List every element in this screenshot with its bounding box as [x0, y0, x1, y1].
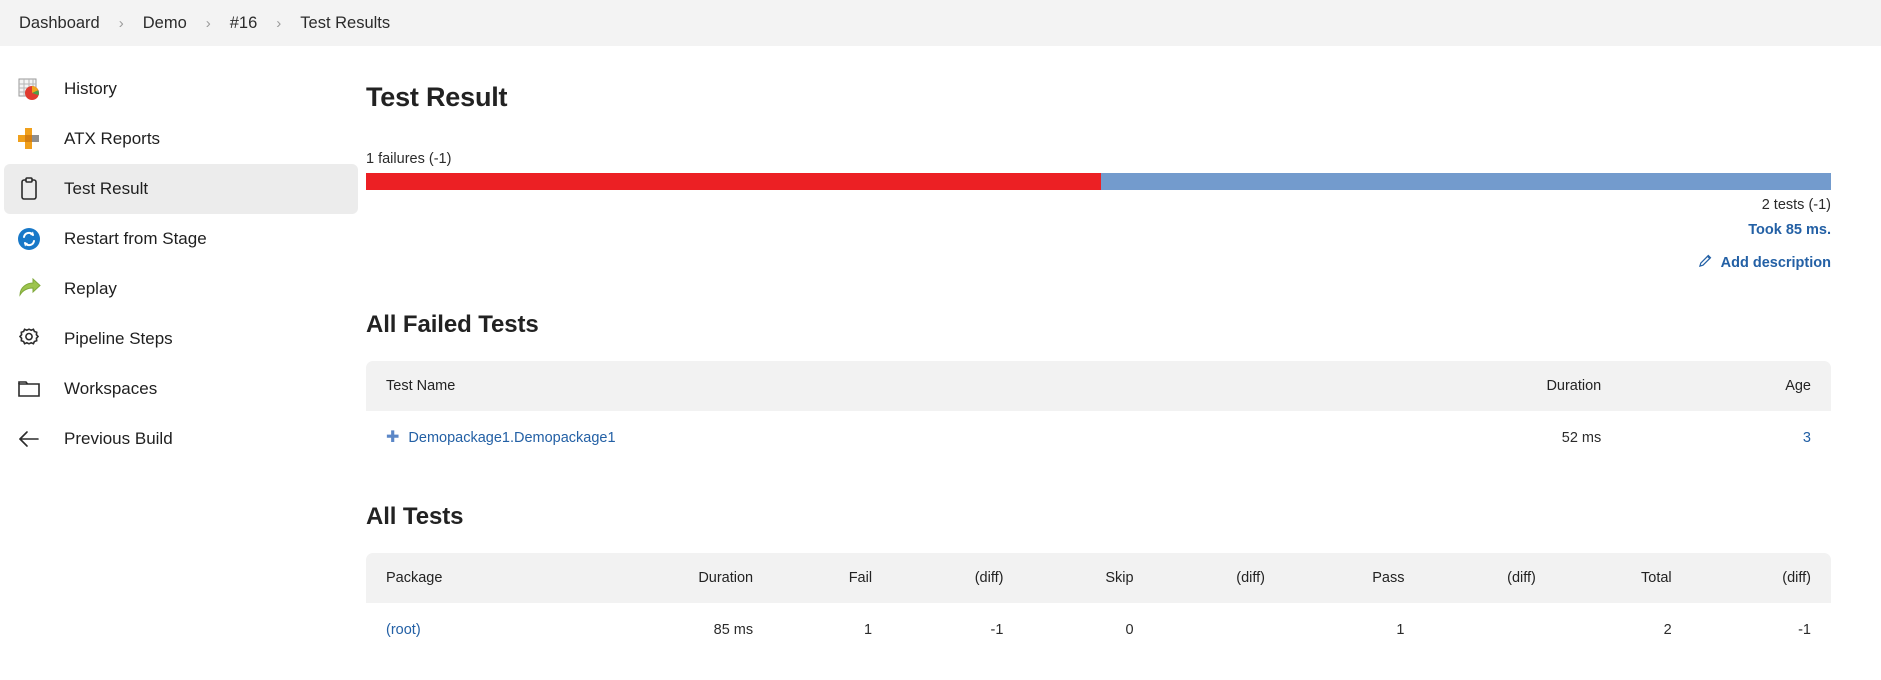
restart-circle-icon	[14, 224, 44, 254]
package-name-link[interactable]: (root)	[386, 622, 421, 638]
table-row: ✚ Demopackage1.Demopackage1 52 ms 3	[366, 411, 1831, 465]
sidebar-item-pipeline-steps[interactable]: Pipeline Steps	[4, 314, 358, 364]
main-content: Test Result 1 failures (-1) 2 tests (-1)…	[366, 46, 1881, 680]
breadcrumb-item-dashboard[interactable]: Dashboard	[9, 12, 110, 35]
sidebar-item-label: Previous Build	[64, 429, 173, 448]
column-header-age[interactable]: Age	[1615, 361, 1831, 411]
column-header-total-diff[interactable]: (diff)	[1685, 553, 1831, 603]
all-tests-table-body: (root) 85 ms 1 -1 0 1 2 -1	[366, 603, 1831, 657]
column-header-pass[interactable]: Pass	[1279, 553, 1419, 603]
all-tests-table: Package Duration Fail (diff) Skip (diff)…	[366, 553, 1831, 657]
sidebar-item-label: History	[64, 79, 117, 98]
package-total-cell: 2	[1549, 603, 1686, 657]
tests-count-text: 2 tests (-1)	[1761, 197, 1831, 213]
package-duration-cell: 85 ms	[575, 603, 768, 657]
sidebar-item-label: ATX Reports	[64, 129, 161, 148]
breadcrumb-item-test-results[interactable]: Test Results	[290, 12, 400, 35]
column-header-test-name[interactable]: Test Name	[366, 361, 1317, 411]
failures-summary-text: 1 failures (-1)	[366, 151, 452, 167]
sidebar-item-label: Pipeline Steps	[64, 329, 173, 348]
cross-icon: ✚	[386, 429, 400, 446]
sidebar-item-test-result[interactable]: Test Result	[4, 164, 358, 214]
table-header-row: Test Name Duration Age	[366, 361, 1831, 411]
folder-icon	[14, 374, 44, 404]
chevron-right-icon: ›	[276, 14, 282, 32]
package-fail-diff-cell: -1	[886, 603, 1018, 657]
failed-test-age-cell: 3	[1615, 411, 1831, 465]
all-failed-tests-title: All Failed Tests	[366, 311, 539, 338]
column-header-fail-diff[interactable]: (diff)	[886, 553, 1018, 603]
package-pass-cell: 1	[1279, 603, 1419, 657]
breadcrumb-item-build[interactable]: #16	[220, 12, 268, 35]
breadcrumb: Dashboard › Demo › #16 › Test Results	[0, 0, 1881, 46]
gear-icon	[14, 324, 44, 354]
column-header-duration[interactable]: Duration	[1316, 361, 1616, 411]
summary-stats: 2 tests (-1) Took 85 ms. Add description	[366, 197, 1831, 273]
chevron-right-icon: ›	[205, 14, 211, 32]
failed-test-age-link[interactable]: 3	[1803, 430, 1811, 446]
package-fail-cell: 1	[767, 603, 887, 657]
failed-test-name-cell: ✚ Demopackage1.Demopackage1	[366, 411, 1317, 465]
clipboard-icon	[14, 174, 44, 204]
column-header-total[interactable]: Total	[1549, 553, 1686, 603]
failed-test-name-link[interactable]: Demopackage1.Demopackage1	[408, 430, 615, 446]
page-title: Test Result	[366, 82, 508, 112]
chevron-right-icon: ›	[118, 14, 124, 32]
failed-test-duration-cell: 52 ms	[1316, 411, 1616, 465]
page-body: History ATX Reports Test Result Restart …	[0, 46, 1881, 680]
column-header-pass-diff[interactable]: (diff)	[1418, 553, 1550, 603]
took-duration-link[interactable]: Took 85 ms.	[366, 222, 1831, 238]
sidebar-item-restart-from-stage[interactable]: Restart from Stage	[4, 214, 358, 264]
column-header-duration[interactable]: Duration	[575, 553, 768, 603]
package-skip-diff-cell	[1147, 603, 1279, 657]
add-description-button[interactable]: Add description	[1698, 253, 1831, 272]
history-chart-icon	[14, 74, 44, 104]
atx-reports-icon	[14, 124, 44, 154]
sidebar-item-label: Test Result	[64, 179, 149, 198]
sidebar-item-replay[interactable]: Replay	[4, 264, 358, 314]
package-skip-cell: 0	[1017, 603, 1148, 657]
table-row: (root) 85 ms 1 -1 0 1 2 -1	[366, 603, 1831, 657]
column-header-skip-diff[interactable]: (diff)	[1147, 553, 1279, 603]
column-header-fail[interactable]: Fail	[767, 553, 887, 603]
failed-tests-table-wrapper: Test Name Duration Age ✚ Demopackage1.De…	[366, 361, 1831, 465]
pencil-icon	[1698, 253, 1713, 272]
progress-bar-passed-segment	[1101, 173, 1831, 190]
sidebar-item-previous-build[interactable]: Previous Build	[4, 414, 358, 464]
test-result-progress-bar	[366, 173, 1831, 190]
replay-arrow-icon	[14, 274, 44, 304]
all-tests-title: All Tests	[366, 503, 464, 530]
table-header-row: Package Duration Fail (diff) Skip (diff)…	[366, 553, 1831, 603]
sidebar-item-label: Restart from Stage	[64, 229, 207, 248]
sidebar-item-history[interactable]: History	[4, 64, 358, 114]
package-pass-diff-cell	[1418, 603, 1550, 657]
failed-tests-table-body: ✚ Demopackage1.Demopackage1 52 ms 3	[366, 411, 1831, 465]
all-tests-table-wrapper: Package Duration Fail (diff) Skip (diff)…	[366, 553, 1831, 657]
breadcrumb-item-demo[interactable]: Demo	[133, 12, 197, 35]
failed-tests-table: Test Name Duration Age ✚ Demopackage1.De…	[366, 361, 1831, 465]
all-tests-table-header: Package Duration Fail (diff) Skip (diff)…	[366, 553, 1831, 603]
package-name-cell: (root)	[366, 603, 576, 657]
sidebar: History ATX Reports Test Result Restart …	[0, 46, 366, 680]
sidebar-item-workspaces[interactable]: Workspaces	[4, 364, 358, 414]
sidebar-item-label: Replay	[64, 279, 117, 298]
failed-tests-table-header: Test Name Duration Age	[366, 361, 1831, 411]
arrow-left-icon	[14, 424, 44, 454]
add-description-label: Add description	[1720, 254, 1831, 271]
progress-bar-failed-segment	[366, 173, 1102, 190]
sidebar-item-atx-reports[interactable]: ATX Reports	[4, 114, 358, 164]
column-header-skip[interactable]: Skip	[1017, 553, 1148, 603]
sidebar-item-label: Workspaces	[64, 379, 158, 398]
column-header-package[interactable]: Package	[366, 553, 576, 603]
package-total-diff-cell: -1	[1685, 603, 1831, 657]
